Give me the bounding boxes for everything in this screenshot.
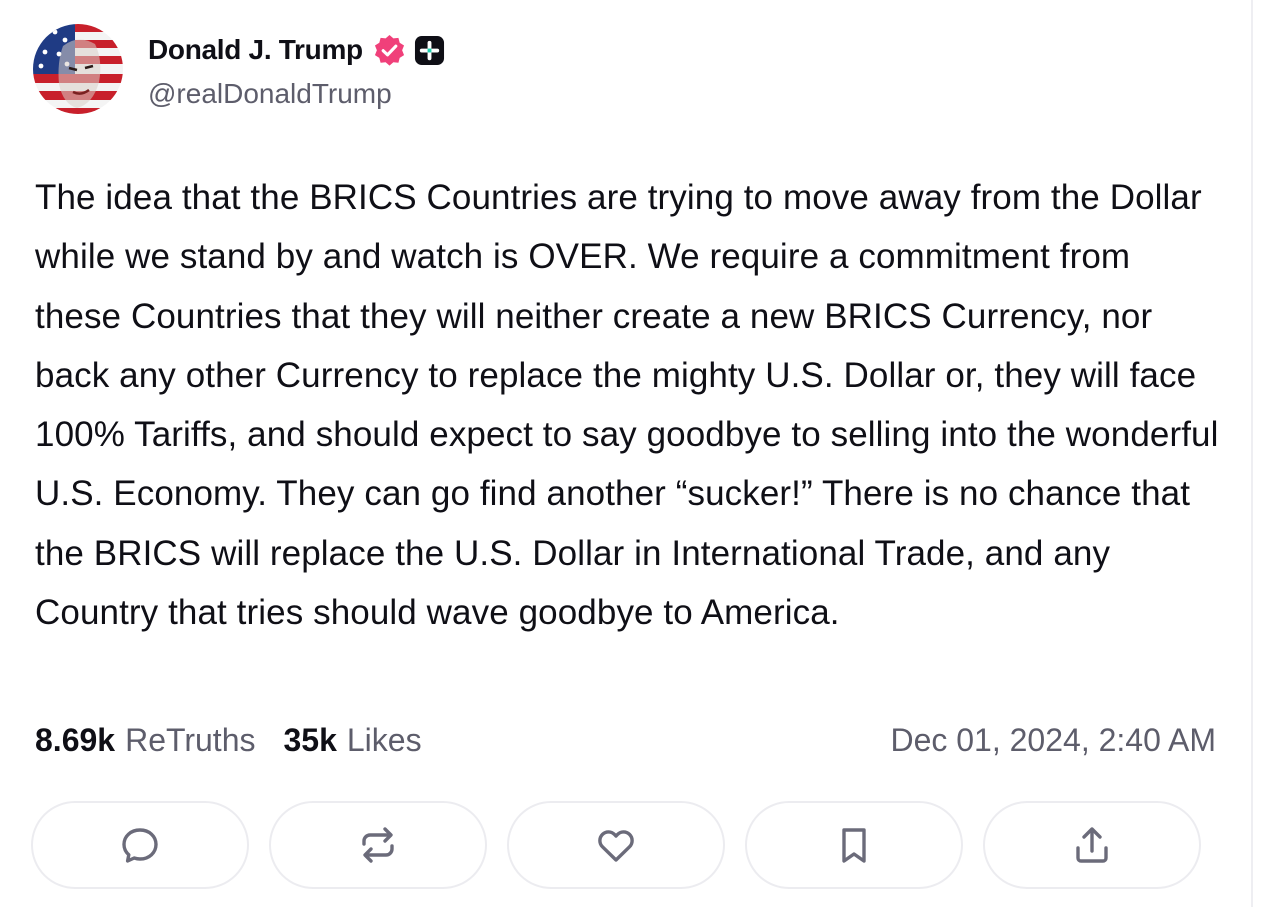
author-names: Donald J. Trump @realDonaldTrump <box>148 28 445 110</box>
retruths-count: 8.69k <box>35 722 116 758</box>
avatar[interactable] <box>33 24 123 114</box>
page-divider <box>1251 0 1253 907</box>
like-button[interactable] <box>507 801 725 889</box>
bookmark-button[interactable] <box>745 801 963 889</box>
retruths-label: ReTruths <box>125 722 256 758</box>
display-name[interactable]: Donald J. Trump <box>148 34 363 66</box>
name-row: Donald J. Trump <box>148 28 445 72</box>
retruth-button[interactable] <box>269 801 487 889</box>
author-handle[interactable]: @realDonaldTrump <box>148 78 445 110</box>
share-icon <box>1076 827 1108 863</box>
action-bar <box>31 801 1201 889</box>
post-header: Donald J. Trump @realDonaldTrump <box>33 24 445 114</box>
retruth-icon <box>362 827 394 863</box>
verified-badge-icon <box>374 34 404 66</box>
share-button[interactable] <box>983 801 1201 889</box>
reply-icon <box>122 828 158 863</box>
flag-portrait-avatar-icon <box>33 24 123 114</box>
heart-icon <box>598 830 634 862</box>
post-timestamp[interactable]: Dec 01, 2024, 2:40 AM <box>890 722 1216 759</box>
post-body: The idea that the BRICS Countries are tr… <box>35 178 1219 633</box>
bookmark-icon <box>842 828 866 863</box>
post-stats: 8.69k ReTruths 35k Likes Dec 01, 2024, 2… <box>35 722 1216 759</box>
likes-label: Likes <box>346 722 422 758</box>
likes-count: 35k <box>283 722 337 758</box>
reply-button[interactable] <box>31 801 249 889</box>
plus-badge-icon <box>414 35 444 65</box>
retruths-stat[interactable]: 8.69k ReTruths <box>35 722 255 759</box>
likes-stat[interactable]: 35k Likes <box>283 722 421 759</box>
